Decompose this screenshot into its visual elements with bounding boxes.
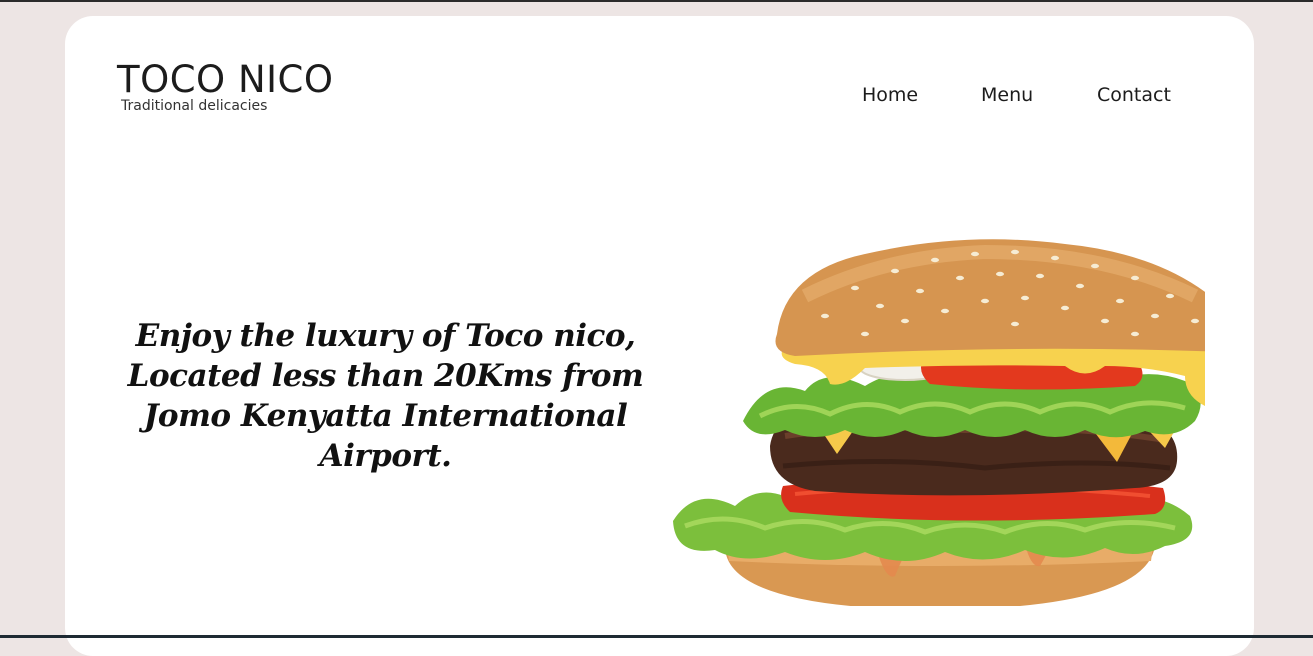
brand-logo[interactable]: TOCO NICO Traditional delicacies [117,58,334,115]
burger-image [673,239,1205,606]
nav-link-contact[interactable]: Contact [1097,84,1187,106]
brand-title: TOCO NICO [117,58,334,101]
main-card: TOCO NICO Traditional delicacies Home Me… [65,16,1254,656]
nav-link-menu[interactable]: Menu [981,84,1041,106]
hero-headline: Enjoy the luxury of Toco nico, Located l… [127,318,644,474]
top-border [0,0,1313,2]
nav-link-home[interactable]: Home [862,84,932,106]
